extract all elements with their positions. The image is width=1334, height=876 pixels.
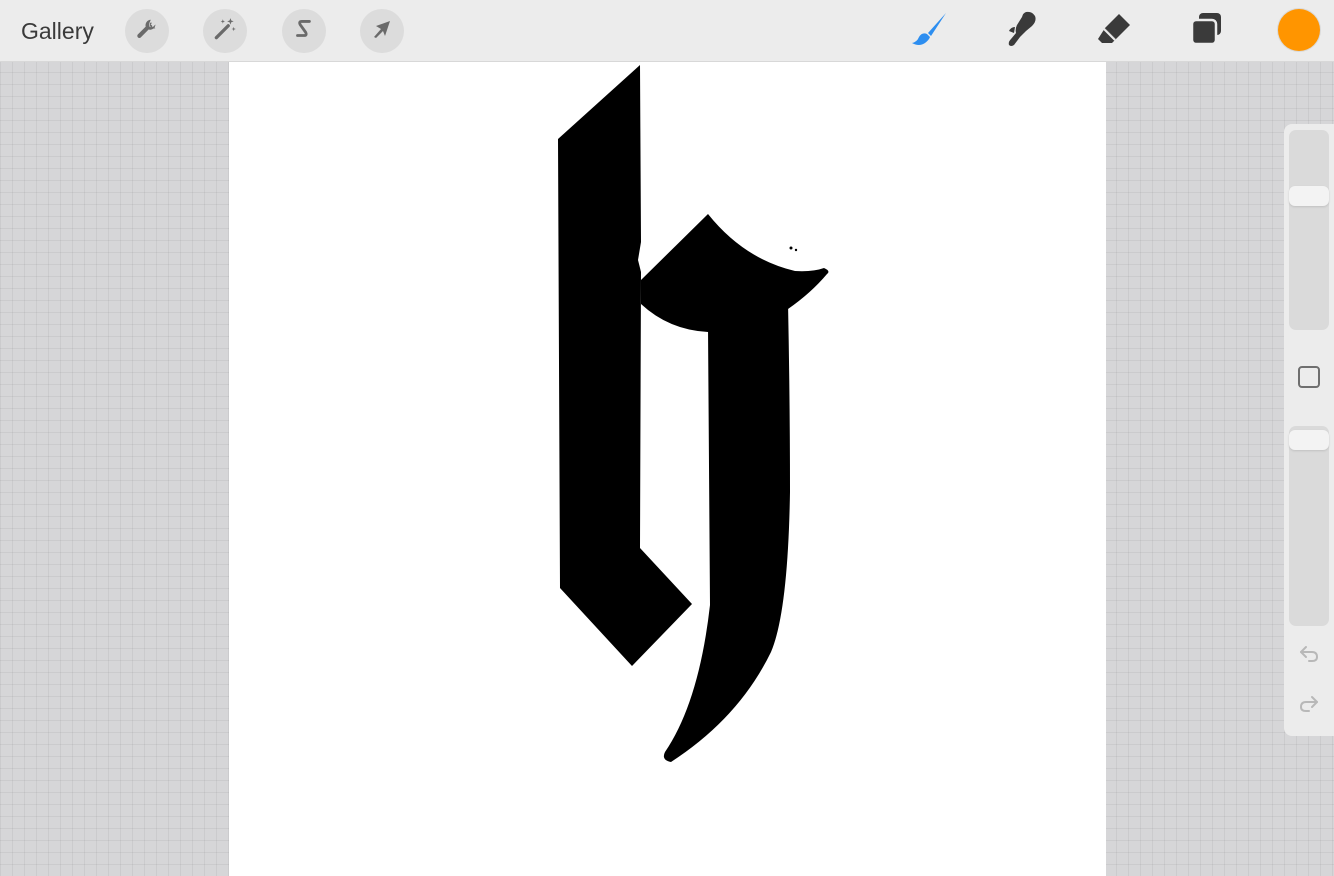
brush-opacity-slider-thumb[interactable]: [1289, 430, 1329, 450]
undo-button[interactable]: [1297, 644, 1321, 668]
calligraphy-letter-h-artwork: [558, 65, 829, 762]
brush-size-slider-thumb[interactable]: [1289, 185, 1329, 206]
selection-s-icon: [291, 16, 317, 47]
smudge-button[interactable]: [1002, 11, 1042, 51]
gallery-button[interactable]: Gallery: [21, 16, 94, 46]
layers-button[interactable]: [1187, 11, 1227, 51]
actions-button[interactable]: [125, 9, 169, 53]
eraser-button[interactable]: [1094, 11, 1134, 51]
magic-wand-icon: [212, 16, 238, 47]
redo-button[interactable]: [1297, 694, 1321, 718]
drawing-canvas[interactable]: [229, 62, 1106, 876]
wrench-icon: [134, 16, 160, 47]
top-toolbar: Gallery: [0, 0, 1334, 62]
brush-opacity-slider[interactable]: [1289, 426, 1329, 626]
cursor-arrow-icon: [370, 17, 394, 46]
brush-icon: [910, 9, 950, 54]
smudge-finger-icon: [1002, 9, 1042, 54]
side-slider-panel: [1284, 124, 1334, 736]
selection-button[interactable]: [282, 9, 326, 53]
color-picker-button[interactable]: [1278, 9, 1320, 51]
brush-size-slider[interactable]: [1289, 130, 1329, 330]
undo-arrow-icon: [1297, 642, 1321, 671]
redo-arrow-icon: [1297, 692, 1321, 721]
eraser-icon: [1094, 9, 1134, 54]
transform-button[interactable]: [360, 9, 404, 53]
adjustments-button[interactable]: [203, 9, 247, 53]
paint-brush-button[interactable]: [910, 11, 950, 51]
layers-icon: [1187, 9, 1227, 54]
modify-square-icon[interactable]: [1298, 366, 1320, 388]
